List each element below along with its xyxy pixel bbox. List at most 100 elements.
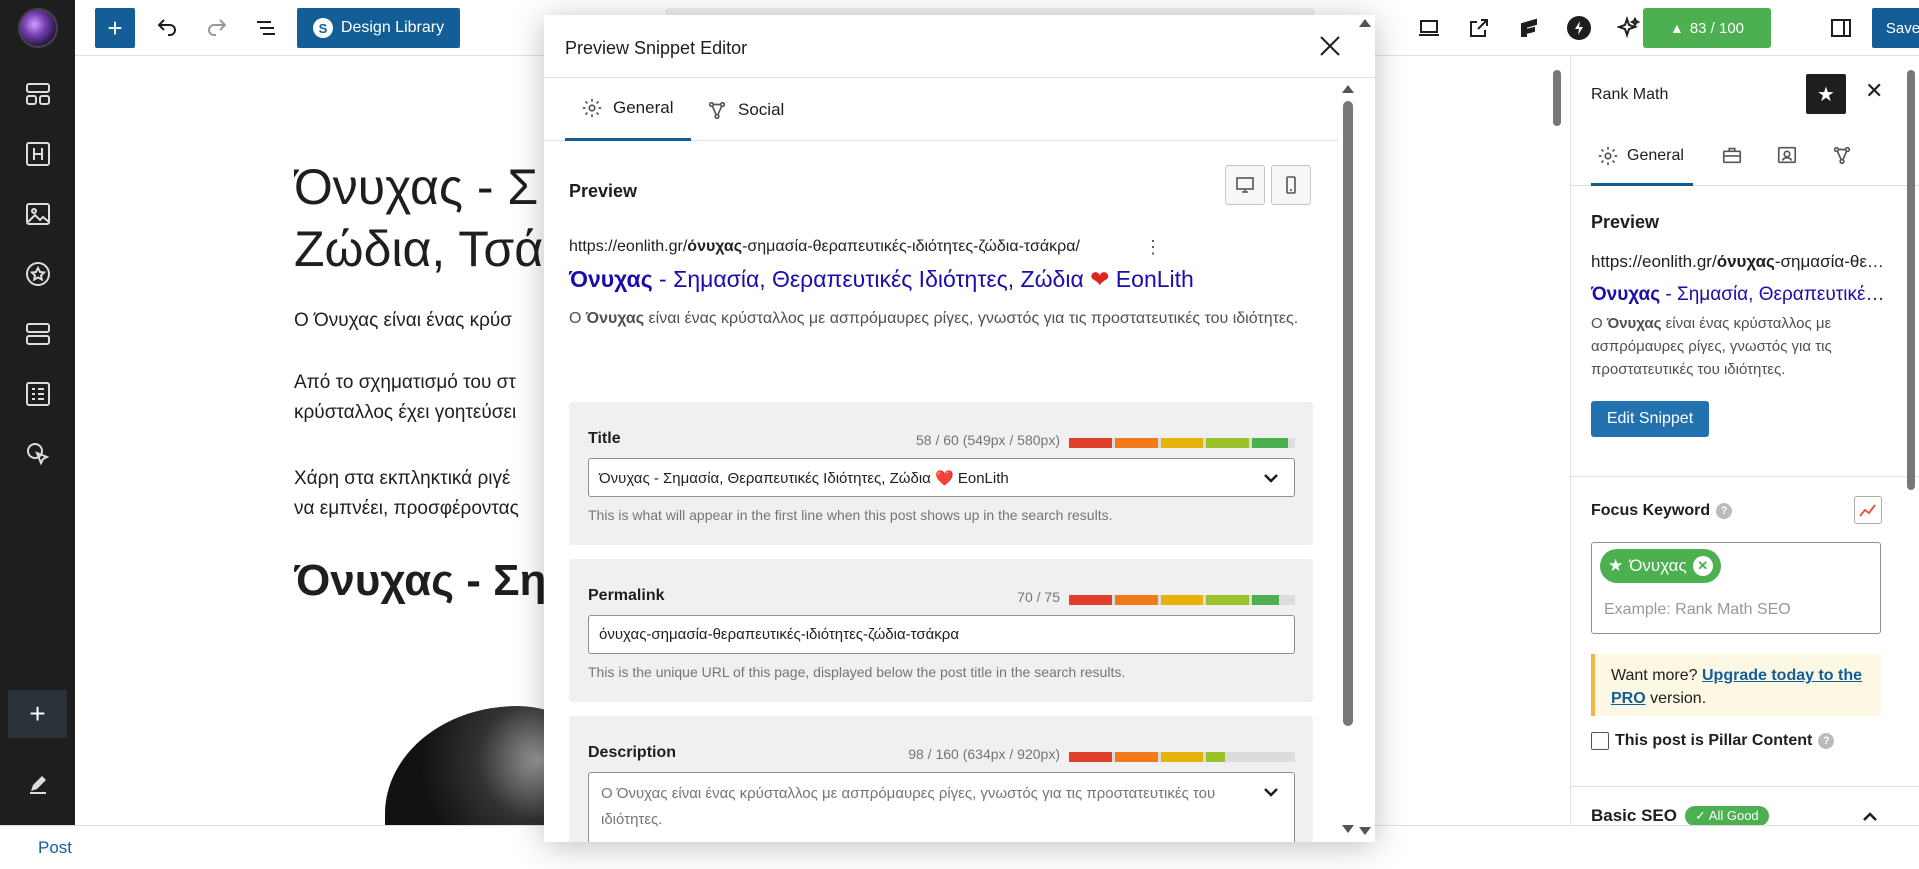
desktop-preview-button[interactable] bbox=[1225, 165, 1265, 205]
save-button[interactable]: Save bbox=[1872, 8, 1919, 48]
title-input[interactable]: Όνυχας - Σημασία, Θεραπευτικές Ιδιότητες… bbox=[588, 458, 1295, 497]
sidebar-tabs: General bbox=[1571, 128, 1919, 186]
sparkle-icon bbox=[1617, 16, 1641, 39]
modal-tabs: General Social bbox=[544, 78, 1339, 141]
sidebar-preview-title: Preview bbox=[1591, 212, 1660, 232]
permalink-input-value: όνυχας-σημασία-θεραπευτικές-ιδιότητες-ζώ… bbox=[599, 626, 959, 643]
edit-snippet-button[interactable]: Edit Snippet bbox=[1591, 401, 1709, 437]
stack-blocks-icon[interactable] bbox=[24, 320, 52, 348]
redo-button[interactable] bbox=[199, 8, 235, 48]
tab-general[interactable]: General bbox=[565, 78, 691, 141]
google-preview-title[interactable]: Όνυχας - Σημασία, Θεραπευτικές Ιδιότητες… bbox=[569, 266, 1194, 293]
modal-close-button[interactable] bbox=[1315, 31, 1345, 61]
block-inserter-button[interactable]: + bbox=[95, 8, 135, 48]
length-bar-segment bbox=[1069, 752, 1112, 762]
design-library-icon: S bbox=[312, 18, 333, 38]
image-block-icon[interactable] bbox=[24, 200, 52, 228]
length-bar-segment bbox=[1206, 595, 1250, 605]
sidebar-snippet-url: https://eonlith.gr/όνυχας-σημασία-θεραπε… bbox=[1591, 252, 1891, 271]
close-icon: ✕ bbox=[1865, 78, 1884, 103]
sidebar-tab-general-label: General bbox=[1627, 146, 1684, 164]
sidebar-scrollbar[interactable] bbox=[1907, 70, 1915, 490]
tab-social[interactable]: Social bbox=[706, 78, 784, 141]
permalink-char-count: 70 / 75 bbox=[1017, 589, 1060, 605]
chevron-up-icon[interactable] bbox=[1861, 808, 1879, 825]
rank-math-sidebar: Rank Math ★ ✕ General Preview https://eo… bbox=[1570, 56, 1919, 825]
help-icon[interactable]: ? bbox=[1818, 733, 1835, 749]
star-badge-icon[interactable] bbox=[24, 260, 52, 288]
pillar-content-row: This post is Pillar Content ? bbox=[1591, 732, 1835, 750]
pin-star-button[interactable]: ★ bbox=[1806, 74, 1846, 114]
scroll-up-arrow[interactable] bbox=[1359, 19, 1371, 27]
google-preview-description: Ο Όνυχας είναι ένας κρύσταλλος με ασπρόμ… bbox=[569, 310, 1299, 327]
title-help-text: This is what will appear in the first li… bbox=[588, 507, 1113, 523]
sidebar-close-button[interactable]: ✕ bbox=[1865, 78, 1883, 104]
description-value: Ο Όνυχας είναι ένας κρύσταλλος με ασπρόμ… bbox=[601, 785, 1216, 828]
length-bar-segment bbox=[1160, 752, 1204, 762]
settings-sidebar-button[interactable] bbox=[1823, 8, 1859, 48]
kebab-menu-icon[interactable]: ⋮ bbox=[1144, 237, 1162, 258]
view-post-button[interactable] bbox=[1461, 8, 1497, 48]
modal-scrollbar[interactable] bbox=[1343, 101, 1353, 726]
mobile-icon bbox=[1286, 176, 1296, 194]
description-field-card: Description 98 / 160 (634px / 920px) Ο Ό… bbox=[569, 716, 1313, 842]
sidebar-title: Rank Math bbox=[1591, 86, 1669, 103]
chevron-down-icon[interactable] bbox=[1262, 783, 1280, 801]
rank-math-score-button[interactable]: ▲ 83 / 100 bbox=[1643, 8, 1771, 48]
title-char-count: 58 / 60 (549px / 580px) bbox=[916, 432, 1060, 448]
layout-blocks-icon[interactable] bbox=[24, 80, 52, 108]
sidebar-tab-general[interactable]: General bbox=[1591, 128, 1693, 186]
close-icon bbox=[1320, 36, 1340, 56]
share-nodes-icon bbox=[708, 101, 726, 119]
help-icon[interactable]: ? bbox=[1716, 503, 1733, 519]
add-block-button[interactable]: + bbox=[8, 690, 67, 738]
pointer-click-icon[interactable] bbox=[24, 440, 52, 468]
sidebar-tab-advanced[interactable] bbox=[1721, 144, 1747, 170]
sidebar-tab-social[interactable] bbox=[1831, 144, 1857, 170]
undo-button[interactable] bbox=[149, 8, 185, 48]
breadcrumb-post[interactable]: Post bbox=[38, 838, 72, 858]
document-overview-button[interactable] bbox=[248, 8, 284, 48]
preview-device-button[interactable] bbox=[1411, 8, 1447, 48]
form-block-icon[interactable] bbox=[24, 380, 52, 408]
modal-scroll-up-arrow[interactable] bbox=[1342, 85, 1354, 93]
heading-block-icon[interactable] bbox=[24, 140, 52, 168]
basic-seo-header[interactable]: Basic SEO ✓ All Good bbox=[1591, 806, 1769, 825]
design-library-label: Design Library bbox=[340, 19, 445, 36]
modal-scroll-down-arrow[interactable] bbox=[1342, 825, 1354, 833]
pillar-content-label: This post is Pillar Content bbox=[1615, 732, 1813, 749]
focus-keyword-label: Focus Keyword ? bbox=[1591, 502, 1733, 520]
outer-scroll-down-arrow[interactable] bbox=[1359, 827, 1371, 835]
all-good-badge: ✓ All Good bbox=[1685, 806, 1769, 825]
google-preview-url: https://eonlith.gr/όνυχας-σημασία-θεραπε… bbox=[569, 238, 1080, 255]
description-textarea[interactable]: Ο Όνυχας είναι ένας κρύσταλλος με ασπρόμ… bbox=[588, 772, 1295, 842]
permalink-input[interactable]: όνυχας-σημασία-θεραπευτικές-ιδιότητες-ζώ… bbox=[588, 615, 1295, 654]
keyword-trends-button[interactable] bbox=[1854, 496, 1882, 524]
sidebar-snippet-title[interactable]: Όνυχας - Σημασία, Θεραπευτικές Ιδιότητες… bbox=[1591, 282, 1891, 306]
laptop-icon bbox=[1419, 20, 1439, 36]
site-logo[interactable] bbox=[18, 8, 58, 48]
length-bar-segment bbox=[1114, 438, 1158, 448]
editor-scrollbar[interactable] bbox=[1553, 70, 1561, 126]
design-library-button[interactable]: S Design Library bbox=[297, 8, 460, 48]
schema-card-icon bbox=[1777, 146, 1797, 164]
length-bar-segment bbox=[1069, 438, 1112, 448]
sidebar-tab-schema[interactable] bbox=[1776, 144, 1802, 170]
pillar-content-checkbox[interactable] bbox=[1591, 732, 1609, 750]
gear-icon bbox=[582, 98, 602, 118]
share-nodes-icon bbox=[1833, 146, 1851, 165]
ai-sparkle-button[interactable] bbox=[1611, 8, 1647, 48]
chevron-down-icon[interactable] bbox=[1262, 469, 1280, 487]
focus-keyword-input[interactable]: ★ Όνυχας ✕ Example: Rank Math SEO bbox=[1591, 542, 1881, 634]
score-icon: ▲ bbox=[1669, 20, 1684, 36]
plugin-button-f[interactable] bbox=[1511, 8, 1547, 48]
remove-keyword-icon[interactable]: ✕ bbox=[1692, 556, 1713, 576]
list-view-icon bbox=[257, 21, 275, 35]
mobile-preview-button[interactable] bbox=[1271, 165, 1311, 205]
pen-edit-icon[interactable] bbox=[27, 773, 49, 795]
length-bar-segment bbox=[1114, 752, 1158, 762]
toolbox-icon bbox=[1722, 147, 1742, 164]
left-admin-bar: + bbox=[0, 0, 75, 825]
keyword-chip[interactable]: ★ Όνυχας ✕ bbox=[1600, 549, 1721, 583]
plugin-button-s[interactable] bbox=[1561, 8, 1597, 48]
